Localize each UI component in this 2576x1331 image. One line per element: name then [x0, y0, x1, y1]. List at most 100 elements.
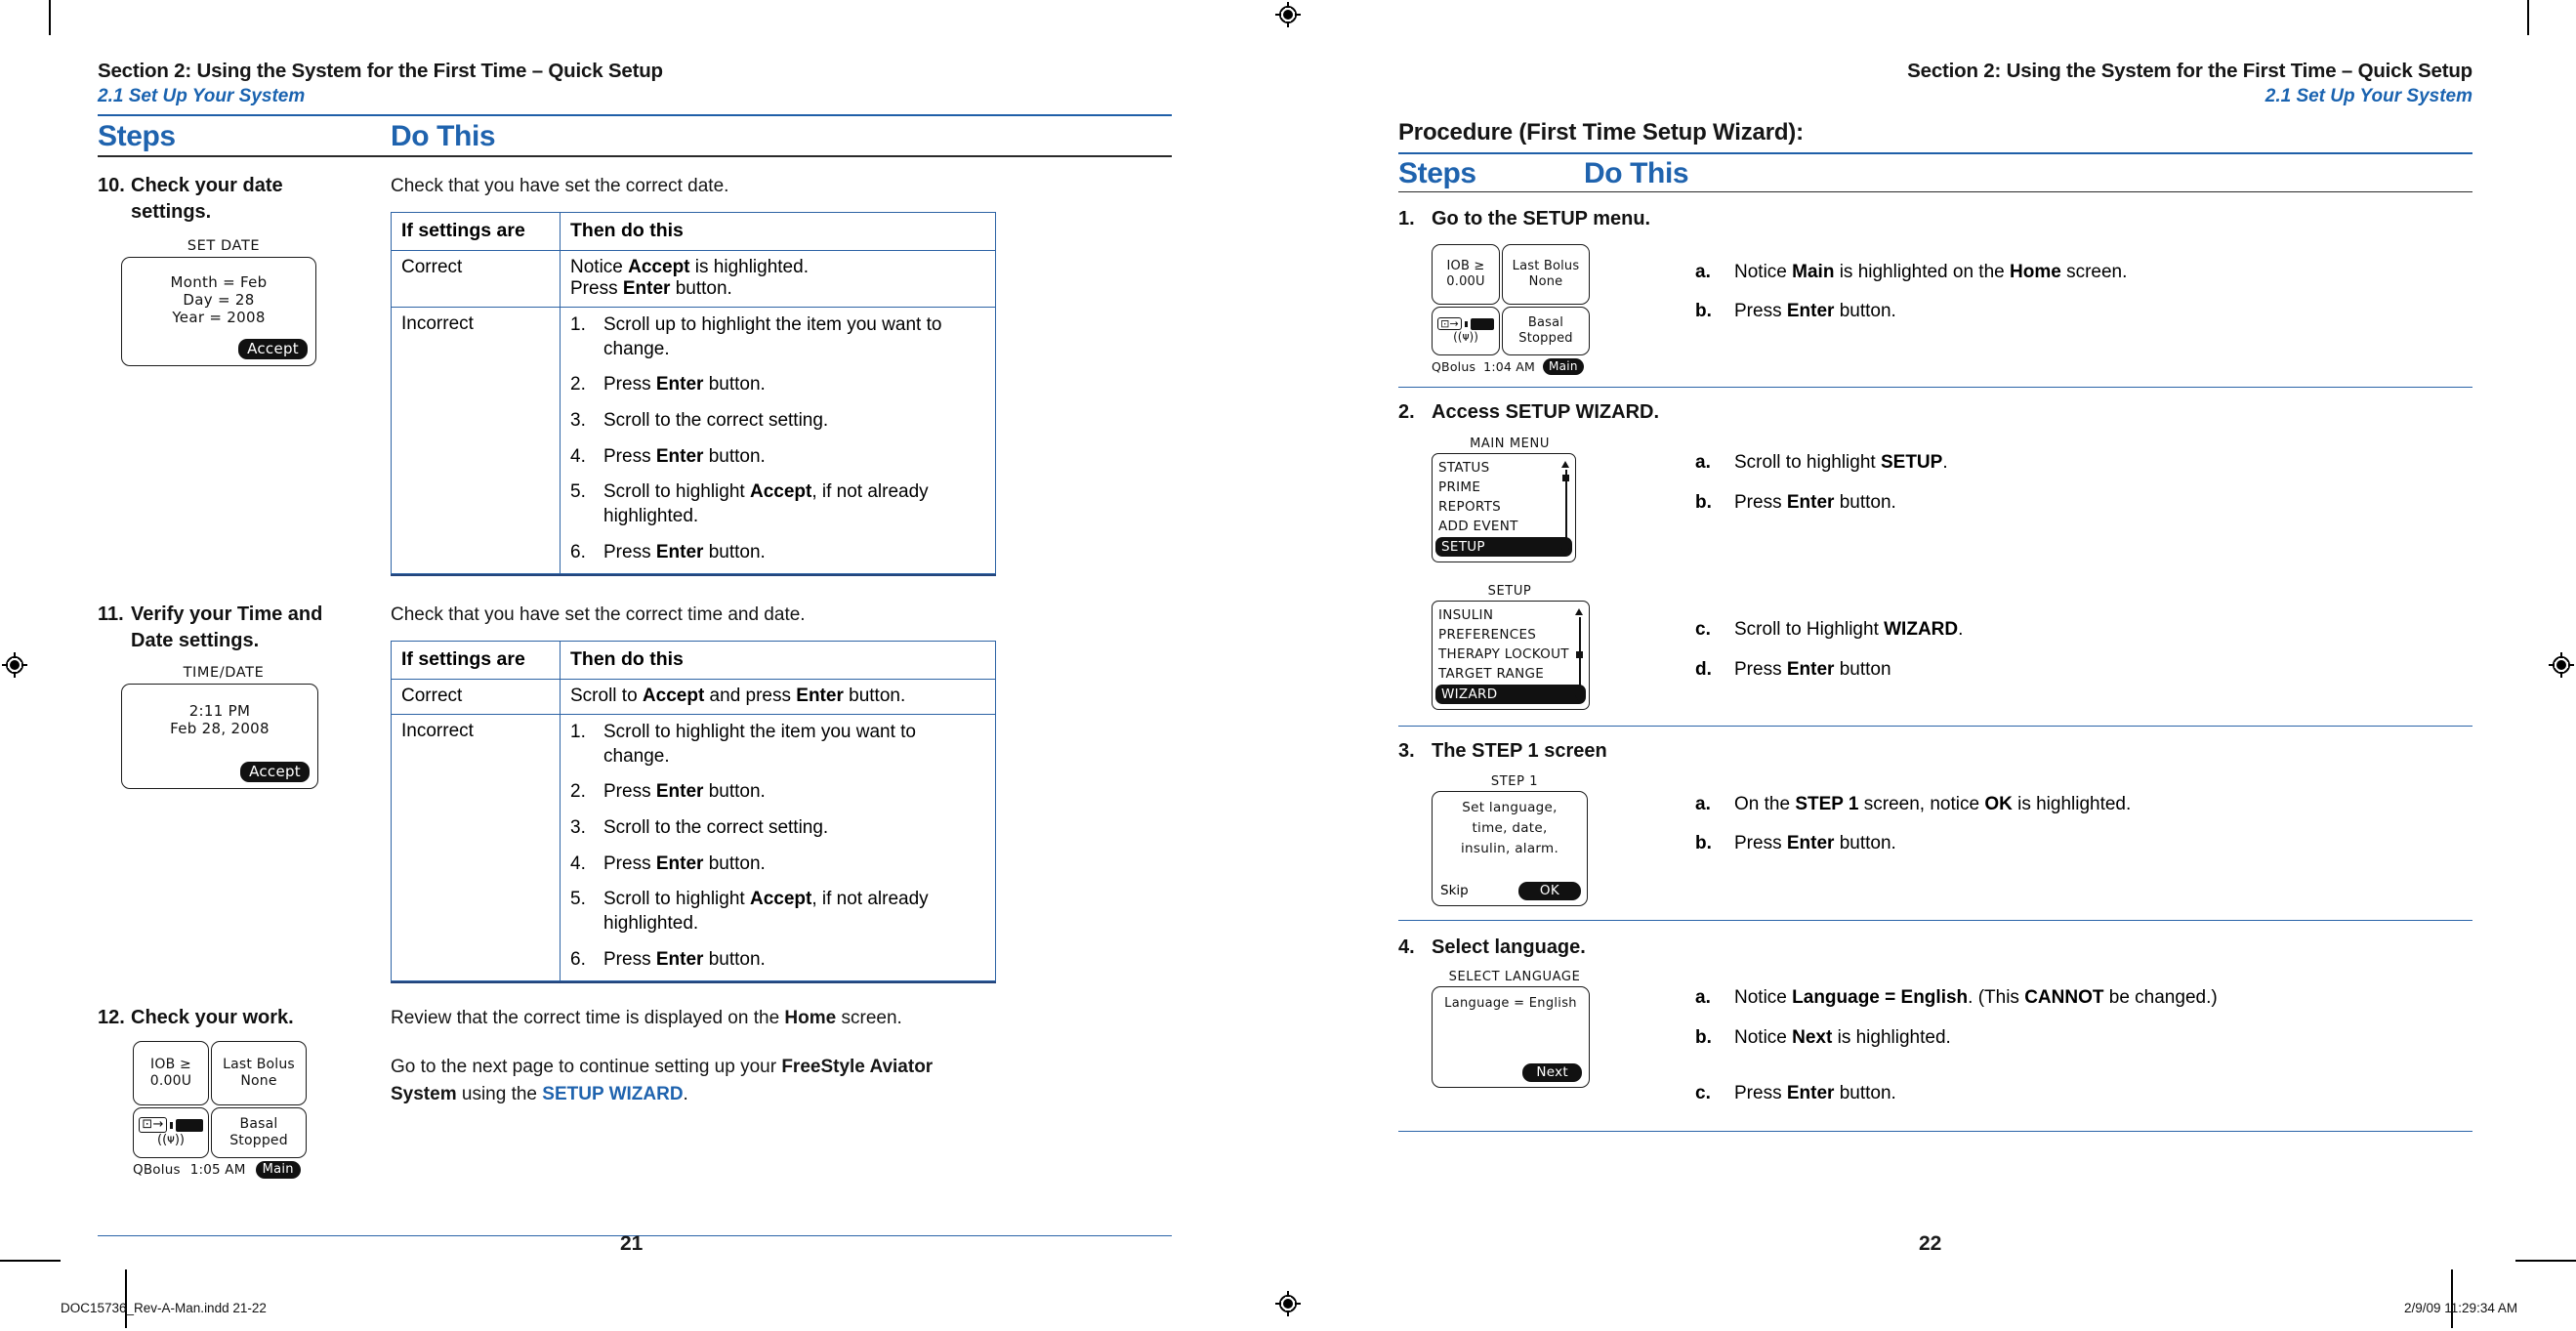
menu-item-reports[interactable]: REPORTS: [1433, 497, 1575, 517]
rstep-2-substeps-bottom: c. Scroll to Highlight WIZARD. d. Press …: [1695, 617, 2472, 682]
tile-status-icons[interactable]: ⊡→ ((ᴪ)): [133, 1106, 209, 1158]
step-10-row1-line1: Notice Accept is highlighted.: [570, 256, 809, 277]
substep-text: Press Enter button.: [1734, 831, 2472, 856]
home-screen-left: IOB ≥ 0.00U Last Bolus None ⊡→ ((ᴪ)) Bas…: [133, 1040, 391, 1179]
step-11-th-then: Then do this: [560, 640, 996, 680]
right-columns-rule: [1398, 191, 2472, 193]
tile-iob-line2: 0.00U: [149, 1072, 192, 1089]
set-date-accept-button[interactable]: Accept: [238, 339, 308, 360]
main-menu-screen: MAIN MENU STATUS PRIME REPORTS ADD EVENT…: [1432, 437, 1588, 563]
substep-c: is highlighted on the: [1834, 261, 2010, 282]
tile-last-bolus-line1: Last Bolus: [223, 1057, 295, 1073]
home-screen-row-top: IOB ≥ 0.00U Last Bolus None: [133, 1040, 391, 1105]
substep-a: Notice: [1734, 261, 1793, 282]
step-11-title-line1: Verify your Time and: [131, 603, 323, 626]
substep-letter: a.: [1695, 986, 1711, 1008]
step-11-title: 11. Verify your Time and Date settings.: [98, 602, 391, 653]
substep: a. On the STEP 1 screen, notice OK is hi…: [1695, 792, 2472, 817]
menu-item-prime[interactable]: PRIME: [1433, 478, 1575, 497]
home-foot-qbolus[interactable]: QBolus: [1432, 359, 1475, 374]
tile-status-icons[interactable]: ⊡→ ((ᴪ)): [1432, 306, 1500, 355]
menu-item-wizard[interactable]: WIZARD: [1435, 685, 1586, 705]
step1-line-1: Set language,: [1462, 799, 1558, 815]
rstep-4: 4. Select language. SELECT LANGUAGE Langu…: [1398, 935, 2472, 1132]
set-date-line-1: Month = Feb: [170, 273, 268, 292]
step-12-para-2: Go to the next page to continue setting …: [391, 1054, 996, 1107]
home-foot-main-button[interactable]: Main: [1542, 357, 1584, 375]
tile-iob[interactable]: IOB ≥ 0.00U: [133, 1040, 209, 1105]
scroll-down-arrow-icon[interactable]: [1575, 695, 1583, 703]
menu-item-add-event[interactable]: ADD EVENT: [1433, 517, 1575, 536]
menu-item-setup[interactable]: SETUP: [1435, 537, 1572, 558]
select-language-next-button[interactable]: Next: [1522, 1062, 1582, 1082]
substep: a. Scroll to highlight SETUP.: [1695, 450, 2472, 476]
scroll-up-arrow-icon[interactable]: [1575, 608, 1583, 616]
home-screen-footer: QBolus 1:05 AM Main: [133, 1160, 391, 1179]
procedure-title: Procedure (First Time Setup Wizard):: [1398, 119, 1804, 146]
step-11-row1-line1: Scroll to Accept and press Enter button.: [570, 685, 906, 706]
tile-iob-line1: IOB ≥: [150, 1057, 191, 1073]
scrollbar-thumb[interactable]: [1576, 651, 1583, 659]
left-columns-rule: [98, 155, 1172, 158]
substep: b. Press Enter button.: [1695, 490, 2472, 516]
tile-last-bolus[interactable]: Last Bolus None: [211, 1040, 307, 1105]
menu-item-preferences[interactable]: PREFERENCES: [1433, 625, 1589, 645]
setup-menu-scrollbar[interactable]: [1575, 608, 1584, 703]
step-11-row1-key: Correct: [391, 678, 561, 715]
battery-icon: [169, 1118, 203, 1132]
trim-mark-bottom-right: [2515, 1260, 2576, 1262]
substep-c: button.: [1834, 833, 1896, 854]
scroll-up-arrow-icon[interactable]: [1561, 461, 1569, 469]
substep-b1: SETUP: [1880, 452, 1943, 474]
list-item: 6. Press Enter button.: [570, 948, 766, 970]
time-date-screen: TIME/DATE 2:11 PM Feb 28, 2008 Accept: [121, 665, 326, 790]
rstep-4-number: 4.: [1398, 936, 1415, 958]
scroll-down-arrow-icon[interactable]: [1561, 548, 1569, 556]
menu-item-therapy-lockout[interactable]: THERAPY LOCKOUT: [1433, 645, 1589, 664]
substep-letter: b.: [1695, 1026, 1712, 1048]
table-row: Correct Scroll to Accept and press Enter…: [391, 678, 996, 715]
step-10-intro: Check that you have set the correct date…: [391, 176, 729, 197]
setup-wizard-link[interactable]: SETUP WIZARD: [542, 1084, 683, 1104]
step-12-para1-b: screen.: [836, 1008, 902, 1029]
step1-skip-button[interactable]: Skip: [1440, 883, 1469, 898]
menu-item-status[interactable]: STATUS: [1433, 458, 1575, 478]
main-menu-scrollbar[interactable]: [1561, 461, 1570, 556]
substep-a: Notice: [1734, 986, 1793, 1008]
step-12-para-1: Review that the correct time is displaye…: [391, 1005, 1172, 1032]
substep-letter: c.: [1695, 619, 1711, 641]
tile-basal-status[interactable]: Basal Stopped: [1502, 306, 1590, 355]
substep-text: On the STEP 1 screen, notice OK is highl…: [1734, 792, 2472, 817]
step1-ok-button[interactable]: OK: [1517, 881, 1581, 900]
home-screen-row-bottom: ⊡→ ((ᴪ)) Basal Stopped: [133, 1106, 391, 1158]
step-10-row1-line2: Press Enter button.: [570, 277, 732, 299]
right-header-rule: [1398, 152, 2472, 155]
tile-iob[interactable]: IOB ≥ 0.00U: [1432, 243, 1500, 305]
substep-c: button: [1834, 659, 1891, 681]
tile-last-bolus[interactable]: Last Bolus None: [1502, 243, 1590, 305]
step-12-title-line1: Check your work.: [131, 1007, 294, 1029]
menu-item-insulin[interactable]: INSULIN: [1433, 605, 1589, 625]
registration-mark-bottom: [1275, 1291, 1301, 1316]
home-foot-main-button[interactable]: Main: [255, 1160, 301, 1179]
substep-b2: OK: [1984, 793, 2013, 814]
cartridge-icon: ⊡→: [1437, 316, 1462, 331]
rstep-1-title: 1. Go to the SETUP menu.: [1398, 206, 2472, 231]
right-page-header-subsection: 2.1 Set Up Your System: [2264, 85, 2472, 106]
trim-mark-bottom-left: [0, 1260, 61, 1262]
rstep-2-title-text: Access SETUP WIZARD.: [1432, 400, 1660, 423]
menu-item-target-range[interactable]: TARGET RANGE: [1433, 664, 1589, 684]
scrollbar-thumb[interactable]: [1562, 475, 1569, 482]
time-date-line-2: Feb 28, 2008: [170, 720, 270, 738]
step-11-number: 11.: [98, 603, 124, 626]
tile-iob-line2: 0.00U: [1446, 273, 1485, 289]
substep-text: Scroll to Highlight WIZARD.: [1734, 617, 2472, 643]
home-foot-qbolus[interactable]: QBolus: [133, 1162, 181, 1178]
substep-d: is highlighted.: [2012, 793, 2132, 814]
substep-a: On the: [1734, 793, 1796, 814]
select-language-caption: SELECT LANGUAGE: [1448, 969, 1581, 984]
time-date-accept-button[interactable]: Accept: [240, 762, 310, 783]
home-foot-time: 1:04 AM: [1483, 358, 1535, 374]
tile-basal-status[interactable]: Basal Stopped: [211, 1106, 307, 1158]
substep-b1: Enter: [1786, 1083, 1835, 1104]
